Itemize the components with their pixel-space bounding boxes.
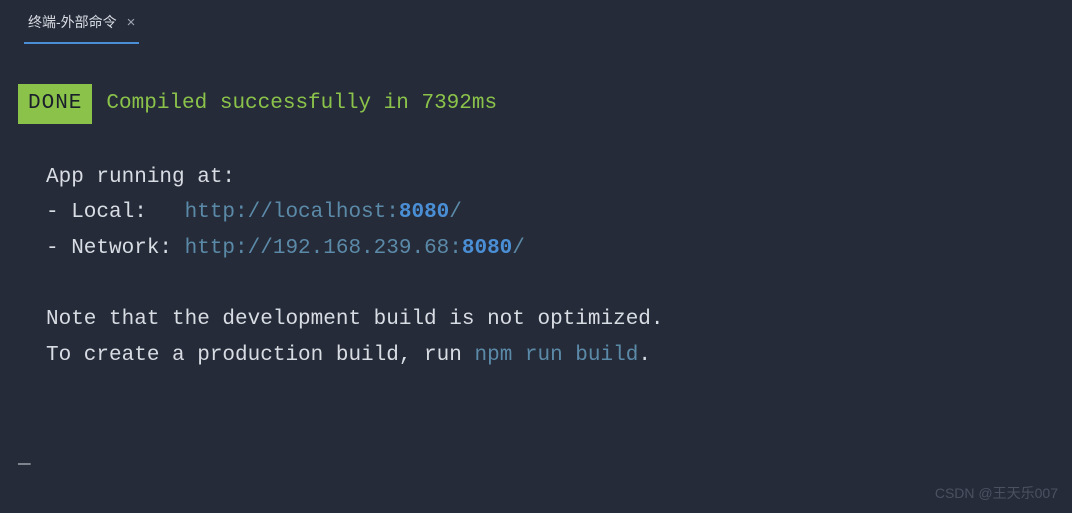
tab-label: 终端-外部命令 (28, 12, 117, 32)
network-label: - Network: (46, 237, 185, 260)
close-icon[interactable]: × (127, 15, 136, 30)
app-running-label: App running at: (46, 166, 235, 189)
terminal-output[interactable]: DONE Compiled successfully in 7392ms App… (0, 42, 1072, 374)
note-line-1: Note that the development build is not o… (46, 308, 664, 331)
note-command: npm run build (474, 344, 638, 367)
terminal-cursor: _ (18, 446, 31, 469)
compiled-message: Compiled successfully in 7392ms (106, 86, 497, 122)
note-line-2-pre: To create a production build, run (46, 344, 474, 367)
local-url-host: http://localhost: (185, 201, 399, 224)
local-label: - Local: (46, 201, 185, 224)
done-badge: DONE (18, 84, 92, 124)
note-line-2-post: . (638, 344, 651, 367)
tab-bar: 终端-外部命令 × (0, 0, 1072, 42)
local-url-trail: / (449, 201, 462, 224)
network-url-host: http://192.168.239.68: (185, 237, 462, 260)
watermark: CSDN @王天乐007 (935, 483, 1058, 503)
network-url-trail: / (512, 237, 525, 260)
local-url-port: 8080 (399, 201, 449, 224)
terminal-tab[interactable]: 终端-外部命令 × (24, 6, 139, 44)
terminal-body: App running at: - Local: http://localhos… (18, 160, 1054, 374)
network-url-port: 8080 (462, 237, 512, 260)
status-line: DONE Compiled successfully in 7392ms (18, 84, 1054, 124)
